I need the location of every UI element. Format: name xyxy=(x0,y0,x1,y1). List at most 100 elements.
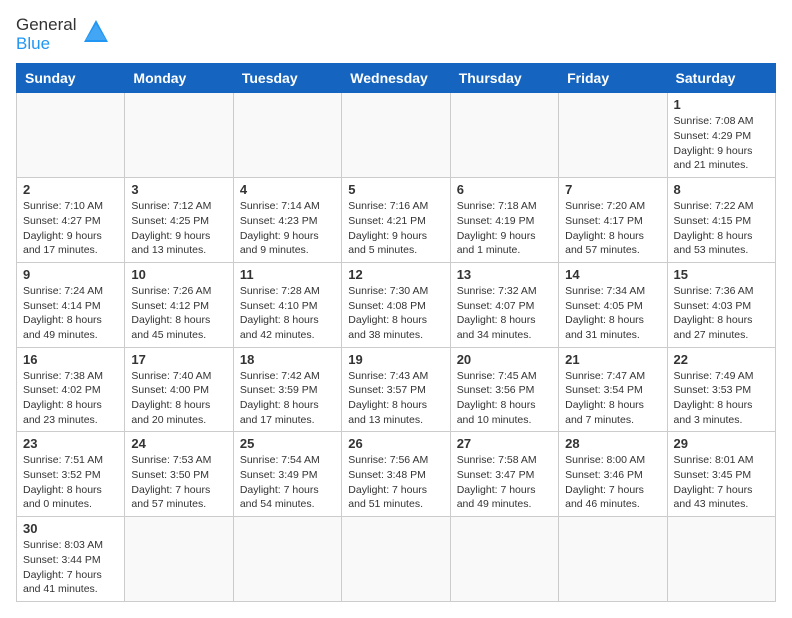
calendar-cell: 18 Sunrise: 7:42 AM Sunset: 3:59 PM Dayli… xyxy=(233,347,341,432)
calendar-week-4: 16Sunrise: 7:38 AM Sunset: 4:02 PM Dayli… xyxy=(17,347,776,432)
column-header-tuesday: Tuesday xyxy=(233,64,341,93)
day-number: 1 xyxy=(674,97,769,112)
day-info: Sunrise: 7:42 AM Sunset: 3:59 PM Dayligh… xyxy=(240,369,335,428)
calendar-cell: 19 Sunrise: 7:43 AM Sunset: 3:57 PM Dayli… xyxy=(342,347,450,432)
calendar-cell: 6 Sunrise: 7:18 AM Sunset: 4:19 PM Daylig… xyxy=(450,178,558,263)
day-info: Sunrise: 7:14 AM Sunset: 4:23 PM Dayligh… xyxy=(240,199,335,258)
day-number: 6 xyxy=(457,182,552,197)
day-number: 28 xyxy=(565,436,660,451)
calendar-week-5: 23 Sunrise: 7:51 AM Sunset: 3:52 PM Dayli… xyxy=(17,432,776,517)
calendar-cell: 12Sunrise: 7:30 AM Sunset: 4:08 PM Dayli… xyxy=(342,262,450,347)
day-number: 4 xyxy=(240,182,335,197)
day-info: Sunrise: 7:40 AM Sunset: 4:00 PM Dayligh… xyxy=(131,369,226,428)
calendar-cell: 13Sunrise: 7:32 AM Sunset: 4:07 PM Dayli… xyxy=(450,262,558,347)
day-info: Sunrise: 7:26 AM Sunset: 4:12 PM Dayligh… xyxy=(131,284,226,343)
day-info: Sunrise: 7:18 AM Sunset: 4:19 PM Dayligh… xyxy=(457,199,552,258)
calendar-cell: 20Sunrise: 7:45 AM Sunset: 3:56 PM Dayli… xyxy=(450,347,558,432)
day-number: 19 xyxy=(348,352,443,367)
day-info: Sunrise: 7:56 AM Sunset: 3:48 PM Dayligh… xyxy=(348,453,443,512)
calendar-cell: 22 Sunrise: 7:49 AM Sunset: 3:53 PM Dayli… xyxy=(667,347,775,432)
day-info: Sunrise: 7:51 AM Sunset: 3:52 PM Dayligh… xyxy=(23,453,118,512)
calendar-cell xyxy=(342,517,450,602)
logo-text: General Blue xyxy=(16,16,76,53)
day-number: 25 xyxy=(240,436,335,451)
day-info: Sunrise: 7:54 AM Sunset: 3:49 PM Dayligh… xyxy=(240,453,335,512)
day-number: 23 xyxy=(23,436,118,451)
day-number: 5 xyxy=(348,182,443,197)
calendar-header-row: SundayMondayTuesdayWednesdayThursdayFrid… xyxy=(17,64,776,93)
day-number: 17 xyxy=(131,352,226,367)
day-number: 26 xyxy=(348,436,443,451)
day-number: 27 xyxy=(457,436,552,451)
day-number: 11 xyxy=(240,267,335,282)
calendar-cell: 28 Sunrise: 8:00 AM Sunset: 3:46 PM Dayli… xyxy=(559,432,667,517)
day-number: 2 xyxy=(23,182,118,197)
calendar-week-6: 30 Sunrise: 8:03 AM Sunset: 3:44 PM Dayli… xyxy=(17,517,776,602)
calendar-cell: 25 Sunrise: 7:54 AM Sunset: 3:49 PM Dayli… xyxy=(233,432,341,517)
day-info: Sunrise: 8:00 AM Sunset: 3:46 PM Dayligh… xyxy=(565,453,660,512)
calendar-cell xyxy=(667,517,775,602)
day-info: Sunrise: 7:20 AM Sunset: 4:17 PM Dayligh… xyxy=(565,199,660,258)
calendar-cell: 10 Sunrise: 7:26 AM Sunset: 4:12 PM Dayli… xyxy=(125,262,233,347)
calendar-cell xyxy=(559,93,667,178)
day-info: Sunrise: 7:38 AM Sunset: 4:02 PM Dayligh… xyxy=(23,369,118,428)
calendar-cell xyxy=(450,93,558,178)
column-header-thursday: Thursday xyxy=(450,64,558,93)
calendar-cell: 4 Sunrise: 7:14 AM Sunset: 4:23 PM Daylig… xyxy=(233,178,341,263)
day-number: 20 xyxy=(457,352,552,367)
column-header-wednesday: Wednesday xyxy=(342,64,450,93)
day-info: Sunrise: 7:49 AM Sunset: 3:53 PM Dayligh… xyxy=(674,369,769,428)
calendar-cell xyxy=(17,93,125,178)
column-header-saturday: Saturday xyxy=(667,64,775,93)
day-info: Sunrise: 7:08 AM Sunset: 4:29 PM Dayligh… xyxy=(674,114,769,173)
day-number: 24 xyxy=(131,436,226,451)
column-header-sunday: Sunday xyxy=(17,64,125,93)
day-info: Sunrise: 8:03 AM Sunset: 3:44 PM Dayligh… xyxy=(23,538,118,597)
day-info: Sunrise: 7:32 AM Sunset: 4:07 PM Dayligh… xyxy=(457,284,552,343)
calendar-table: SundayMondayTuesdayWednesdayThursdayFrid… xyxy=(16,63,776,602)
calendar-cell xyxy=(125,517,233,602)
calendar-cell: 8Sunrise: 7:22 AM Sunset: 4:15 PM Daylig… xyxy=(667,178,775,263)
day-info: Sunrise: 7:16 AM Sunset: 4:21 PM Dayligh… xyxy=(348,199,443,258)
calendar-cell xyxy=(233,517,341,602)
calendar-cell xyxy=(125,93,233,178)
day-number: 22 xyxy=(674,352,769,367)
day-info: Sunrise: 7:47 AM Sunset: 3:54 PM Dayligh… xyxy=(565,369,660,428)
day-info: Sunrise: 7:53 AM Sunset: 3:50 PM Dayligh… xyxy=(131,453,226,512)
day-number: 10 xyxy=(131,267,226,282)
page-header: General Blue xyxy=(16,16,776,53)
calendar-cell: 16Sunrise: 7:38 AM Sunset: 4:02 PM Dayli… xyxy=(17,347,125,432)
day-info: Sunrise: 7:12 AM Sunset: 4:25 PM Dayligh… xyxy=(131,199,226,258)
day-info: Sunrise: 7:58 AM Sunset: 3:47 PM Dayligh… xyxy=(457,453,552,512)
calendar-cell xyxy=(559,517,667,602)
day-number: 29 xyxy=(674,436,769,451)
column-header-friday: Friday xyxy=(559,64,667,93)
day-info: Sunrise: 7:43 AM Sunset: 3:57 PM Dayligh… xyxy=(348,369,443,428)
calendar-cell xyxy=(450,517,558,602)
calendar-cell: 5 Sunrise: 7:16 AM Sunset: 4:21 PM Daylig… xyxy=(342,178,450,263)
calendar-cell: 17 Sunrise: 7:40 AM Sunset: 4:00 PM Dayli… xyxy=(125,347,233,432)
calendar-week-3: 9 Sunrise: 7:24 AM Sunset: 4:14 PM Daylig… xyxy=(17,262,776,347)
day-number: 15 xyxy=(674,267,769,282)
calendar-cell: 23 Sunrise: 7:51 AM Sunset: 3:52 PM Dayli… xyxy=(17,432,125,517)
calendar-cell: 26 Sunrise: 7:56 AM Sunset: 3:48 PM Dayli… xyxy=(342,432,450,517)
calendar-week-2: 2Sunrise: 7:10 AM Sunset: 4:27 PM Daylig… xyxy=(17,178,776,263)
calendar-week-1: 1 Sunrise: 7:08 AM Sunset: 4:29 PM Daylig… xyxy=(17,93,776,178)
day-number: 18 xyxy=(240,352,335,367)
day-number: 9 xyxy=(23,267,118,282)
column-header-monday: Monday xyxy=(125,64,233,93)
day-info: Sunrise: 7:28 AM Sunset: 4:10 PM Dayligh… xyxy=(240,284,335,343)
calendar-cell: 2Sunrise: 7:10 AM Sunset: 4:27 PM Daylig… xyxy=(17,178,125,263)
calendar-cell: 9 Sunrise: 7:24 AM Sunset: 4:14 PM Daylig… xyxy=(17,262,125,347)
day-number: 3 xyxy=(131,182,226,197)
day-number: 8 xyxy=(674,182,769,197)
day-number: 7 xyxy=(565,182,660,197)
day-info: Sunrise: 7:34 AM Sunset: 4:05 PM Dayligh… xyxy=(565,284,660,343)
calendar-cell: 21Sunrise: 7:47 AM Sunset: 3:54 PM Dayli… xyxy=(559,347,667,432)
calendar-cell: 24 Sunrise: 7:53 AM Sunset: 3:50 PM Dayli… xyxy=(125,432,233,517)
day-number: 30 xyxy=(23,521,118,536)
calendar-cell xyxy=(233,93,341,178)
day-info: Sunrise: 7:24 AM Sunset: 4:14 PM Dayligh… xyxy=(23,284,118,343)
logo: General Blue xyxy=(16,16,110,53)
day-number: 14 xyxy=(565,267,660,282)
